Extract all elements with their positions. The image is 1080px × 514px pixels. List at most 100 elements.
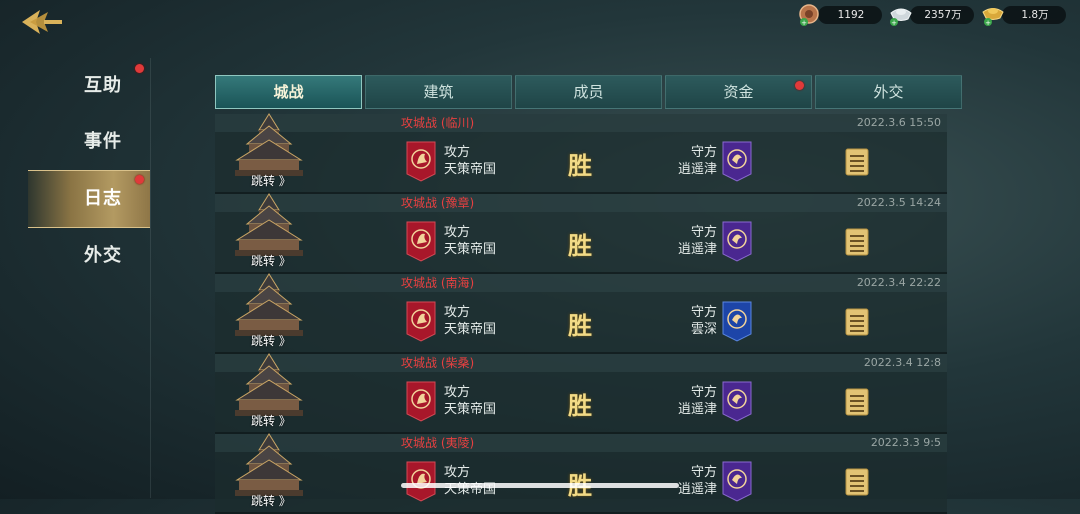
battle-result: 胜 [568,392,592,420]
row-body: 跳转 》 攻方 天策帝国 胜 守方 逍遥津 [215,193,947,274]
battle-title: 攻城战 (豫章) [401,196,475,210]
defender-info: 守方 逍遥津 [677,144,717,178]
battle-report-icon[interactable] [845,308,869,336]
battle-time: 2022.3.4 12:8 [863,356,941,369]
defender-label: 守方 [690,465,717,480]
battle-log-row: 攻城战 (南海) 2022.3.4 22:22 跳转 》 攻方 天策帝国 胜 守… [215,273,947,354]
tab-label: 建筑 [423,83,454,101]
battle-title: 攻城战 (南海) [401,276,475,290]
menu-item-log[interactable]: 日志 [28,170,150,228]
battle-log-row: 攻城战 (夷陵) 2022.3.3 9:5 跳转 》 攻方 天策帝国 守方 逍遥… [215,433,947,514]
attacker-info: 攻方 天策帝国 [444,384,496,418]
notification-dot [135,64,144,73]
row-header: 攻城战 (夷陵) 2022.3.3 9:5 [215,434,947,452]
jump-link[interactable]: 跳转 》 [251,252,291,269]
defender-label: 守方 [690,305,717,320]
defender-info: 守方 逍遥津 [677,384,717,418]
back-arrow-icon[interactable] [18,6,66,38]
svg-text:+: + [891,19,897,27]
menu-item-diplomacy[interactable]: 外交 [0,228,150,284]
battle-report-icon[interactable] [845,468,869,496]
attacker-banner-icon [405,380,437,422]
attacker-label: 攻方 [444,305,471,320]
defender-banner-icon [721,460,753,502]
attacker-name: 天策帝国 [444,402,497,417]
row-body: 跳转 》 攻方 天策帝国 胜 守方 雲深 [215,273,947,354]
attacker-info: 攻方 天策帝国 [444,304,496,338]
currency-silver[interactable]: + 2357万 [888,3,974,27]
attacker-info: 攻方 天策帝国 [444,464,496,498]
silver-ingot-icon: + [888,3,914,27]
battle-result: 胜 [568,232,592,260]
defender-label: 守方 [690,225,717,240]
tab-label: 城战 [273,83,304,101]
tab-funds[interactable]: 资金 [665,75,812,109]
defender-info: 守方 逍遥津 [677,224,717,258]
battle-log-row: 攻城战 (柴桑) 2022.3.4 12:8 跳转 》 攻方 天策帝国 胜 守方… [215,353,947,434]
tab-bar: 城战 建筑 成员 资金 外交 [215,75,962,109]
defender-name: 逍遥津 [677,162,717,177]
row-body: 跳转 》 攻方 天策帝国 胜 守方 逍遥津 [215,353,947,434]
currency-gold[interactable]: + 1.8万 [980,4,1066,27]
jump-link[interactable]: 跳转 》 [251,172,291,189]
side-menu: 互助 事件 日志 外交 [0,58,150,284]
battle-time: 2022.3.6 15:50 [856,116,941,129]
jump-link[interactable]: 跳转 》 [251,492,291,509]
home-indicator[interactable] [401,483,679,488]
attacker-name: 天策帝国 [444,242,497,257]
defender-banner-icon [721,300,753,342]
copper-value: 1192 [818,6,882,24]
defender-name: 逍遥津 [677,482,717,497]
attacker-info: 攻方 天策帝国 [444,144,496,178]
menu-item-label: 外交 [84,245,122,266]
defender-info: 守方 逍遥津 [677,464,717,498]
defender-label: 守方 [690,385,717,400]
attacker-label: 攻方 [444,465,471,480]
notification-dot [795,81,804,90]
tab-diplomacy[interactable]: 外交 [815,75,962,109]
tab-city-battle[interactable]: 城战 [215,75,362,109]
jump-link[interactable]: 跳转 》 [251,332,291,349]
attacker-banner-icon [405,140,437,182]
menu-item-label: 日志 [84,188,122,209]
attacker-banner-icon [405,220,437,262]
defender-name: 逍遥津 [677,402,717,417]
attacker-info: 攻方 天策帝国 [444,224,496,258]
battle-report-icon[interactable] [845,148,869,176]
silver-value: 2357万 [910,6,974,24]
svg-text:+: + [985,19,991,27]
defender-banner-icon [721,380,753,422]
battle-title: 攻城战 (临川) [401,116,475,130]
menu-item-mutual-aid[interactable]: 互助 [0,58,150,114]
menu-divider [150,58,151,498]
jump-link[interactable]: 跳转 》 [251,412,291,429]
battle-log-row: 攻城战 (豫章) 2022.3.5 14:24 跳转 》 攻方 天策帝国 胜 守… [215,193,947,274]
battle-time: 2022.3.3 9:5 [870,436,941,449]
row-header: 攻城战 (豫章) 2022.3.5 14:24 [215,194,947,212]
menu-item-label: 事件 [84,131,122,152]
currency-copper[interactable]: + 1192 [796,4,882,27]
menu-item-events[interactable]: 事件 [0,114,150,170]
row-header: 攻城战 (柴桑) 2022.3.4 12:8 [215,354,947,372]
attacker-label: 攻方 [444,385,471,400]
svg-text:+: + [801,19,807,27]
battle-log-row: 攻城战 (临川) 2022.3.6 15:50 跳转 》 攻方 天策帝国 胜 守… [215,113,947,194]
defender-name: 逍遥津 [677,242,717,257]
tab-buildings[interactable]: 建筑 [365,75,512,109]
row-body: 跳转 》 攻方 天策帝国 胜 守方 逍遥津 [215,113,947,194]
defender-label: 守方 [690,145,717,160]
attacker-name: 天策帝国 [444,162,497,177]
battle-title: 攻城战 (柴桑) [401,356,475,370]
attacker-banner-icon [405,300,437,342]
tab-members[interactable]: 成员 [515,75,662,109]
defender-banner-icon [721,220,753,262]
battle-report-icon[interactable] [845,228,869,256]
battle-log-list: 攻城战 (临川) 2022.3.6 15:50 跳转 》 攻方 天策帝国 胜 守… [215,113,947,514]
gold-value: 1.8万 [1002,6,1066,24]
battle-report-icon[interactable] [845,388,869,416]
row-header: 攻城战 (临川) 2022.3.6 15:50 [215,114,947,132]
attacker-label: 攻方 [444,145,471,160]
tab-label: 成员 [573,83,604,101]
menu-item-label: 互助 [84,75,122,96]
notification-dot [135,175,144,184]
